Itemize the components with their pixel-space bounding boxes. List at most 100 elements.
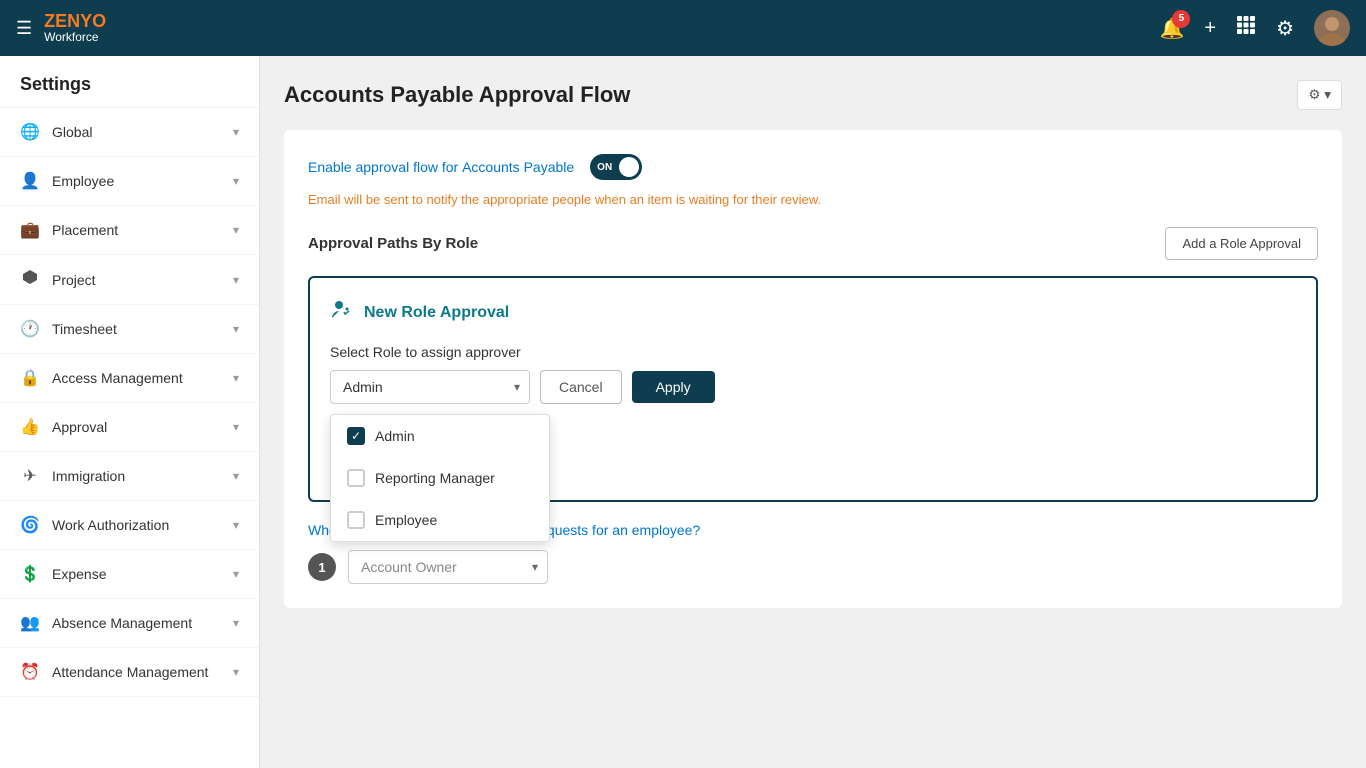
toggle-on-text: ON bbox=[597, 162, 612, 173]
chevron-down-icon: ▾ bbox=[233, 665, 239, 679]
select-role-row: Admin Reporting Manager Employee ▾ ✓ Adm… bbox=[330, 370, 1296, 404]
main-content: Accounts Payable Approval Flow ⚙ ▾ Enabl… bbox=[260, 56, 1366, 768]
placement-icon: 💼 bbox=[20, 220, 40, 240]
page-header: Accounts Payable Approval Flow ⚙ ▾ bbox=[284, 80, 1342, 110]
new-role-approval-title: New Role Approval bbox=[364, 304, 509, 322]
dropdown-label-admin: Admin bbox=[375, 428, 415, 444]
new-role-approval-box: New Role Approval Select Role to assign … bbox=[308, 276, 1318, 502]
cancel-button[interactable]: Cancel bbox=[540, 370, 622, 404]
sidebar: Settings 🌐 Global ▾ 👤 Employee ▾ 💼 Place… bbox=[0, 56, 260, 768]
employee-icon: 👤 bbox=[20, 171, 40, 191]
enable-label: Enable approval flow for Accounts Payabl… bbox=[308, 159, 574, 175]
page-title: Accounts Payable Approval Flow bbox=[284, 82, 630, 108]
role-dropdown-menu: ✓ Admin Reporting Manager Employee bbox=[330, 414, 550, 542]
approval-paths-section-header: Approval Paths By Role Add a Role Approv… bbox=[308, 227, 1318, 260]
chevron-down-icon: ▾ bbox=[233, 469, 239, 483]
role-select-wrapper: Admin Reporting Manager Employee ▾ ✓ Adm… bbox=[330, 370, 530, 404]
dropdown-arrow-icon: ▾ bbox=[1324, 87, 1331, 103]
sidebar-item-attendance-management[interactable]: ⏰ Attendance Management ▾ bbox=[0, 648, 259, 697]
approval-flow-toggle[interactable]: ON bbox=[590, 154, 642, 180]
dropdown-item-admin[interactable]: ✓ Admin bbox=[331, 415, 549, 457]
dropdown-item-employee[interactable]: Employee bbox=[331, 499, 549, 541]
chevron-down-icon: ▾ bbox=[233, 420, 239, 434]
chevron-down-icon: ▾ bbox=[233, 518, 239, 532]
toggle-knob bbox=[619, 157, 639, 177]
dropdown-label-employee: Employee bbox=[375, 512, 437, 528]
chevron-down-icon: ▾ bbox=[233, 223, 239, 237]
chevron-down-icon: ▾ bbox=[233, 273, 239, 287]
sidebar-item-timesheet[interactable]: 🕐 Timesheet ▾ bbox=[0, 305, 259, 354]
work-authorization-icon: 🌀 bbox=[20, 515, 40, 535]
select-role-label: Select Role to assign approver bbox=[330, 344, 1296, 360]
nav-icons: 🔔 5 + ⚙ bbox=[1159, 10, 1350, 46]
immigration-icon: ✈ bbox=[20, 466, 40, 486]
avatar[interactable] bbox=[1314, 10, 1350, 46]
attendance-management-icon: ⏰ bbox=[20, 662, 40, 682]
employee-checkbox bbox=[347, 511, 365, 529]
account-owner-select[interactable]: Account Owner bbox=[348, 550, 548, 584]
chevron-down-icon: ▾ bbox=[233, 322, 239, 336]
role-approval-icon bbox=[330, 298, 354, 328]
sidebar-label-approval: Approval bbox=[52, 419, 107, 435]
approval-flow-card: Enable approval flow for Accounts Payabl… bbox=[284, 130, 1342, 608]
gear-icon: ⚙ bbox=[1308, 87, 1320, 103]
apply-button[interactable]: Apply bbox=[632, 371, 715, 403]
chevron-down-icon: ▾ bbox=[233, 371, 239, 385]
sidebar-item-approval[interactable]: 👍 Approval ▾ bbox=[0, 403, 259, 452]
hamburger-icon[interactable]: ☰ bbox=[16, 18, 32, 39]
sidebar-label-expense: Expense bbox=[52, 566, 106, 582]
chevron-down-icon: ▾ bbox=[233, 616, 239, 630]
app-logo: ZENYO Workforce bbox=[44, 12, 106, 45]
expense-icon: 💲 bbox=[20, 564, 40, 584]
page-header-actions: ⚙ ▾ bbox=[1297, 80, 1342, 110]
admin-checkbox: ✓ bbox=[347, 427, 365, 445]
sidebar-item-absence-management[interactable]: 👥 Absence Management ▾ bbox=[0, 599, 259, 648]
settings-icon[interactable]: ⚙ bbox=[1276, 16, 1294, 41]
grid-icon[interactable] bbox=[1236, 15, 1256, 41]
sidebar-label-timesheet: Timesheet bbox=[52, 321, 117, 337]
sidebar-label-placement: Placement bbox=[52, 222, 118, 238]
sidebar-item-employee[interactable]: 👤 Employee ▾ bbox=[0, 157, 259, 206]
sidebar-item-project[interactable]: Project ▾ bbox=[0, 255, 259, 305]
add-icon[interactable]: + bbox=[1204, 17, 1216, 40]
notification-icon[interactable]: 🔔 5 bbox=[1159, 16, 1184, 41]
sidebar-title: Settings bbox=[0, 56, 259, 108]
notification-badge: 5 bbox=[1172, 10, 1190, 28]
sidebar-label-project: Project bbox=[52, 272, 96, 288]
top-navigation: ☰ ZENYO Workforce 🔔 5 + ⚙ bbox=[0, 0, 1366, 56]
project-icon bbox=[20, 269, 40, 290]
chevron-down-icon: ▾ bbox=[233, 567, 239, 581]
chevron-down-icon: ▾ bbox=[233, 174, 239, 188]
reporting-manager-checkbox bbox=[347, 469, 365, 487]
sidebar-item-placement[interactable]: 💼 Placement ▾ bbox=[0, 206, 259, 255]
approval-paths-title: Approval Paths By Role bbox=[308, 235, 478, 252]
page-settings-button[interactable]: ⚙ ▾ bbox=[1297, 80, 1342, 110]
sidebar-item-access-management[interactable]: 🔒 Access Management ▾ bbox=[0, 354, 259, 403]
sidebar-label-attendance-management: Attendance Management bbox=[52, 664, 208, 680]
sidebar-label-work-authorization: Work Authorization bbox=[52, 517, 169, 533]
main-layout: Settings 🌐 Global ▾ 👤 Employee ▾ 💼 Place… bbox=[0, 0, 1366, 768]
sidebar-label-immigration: Immigration bbox=[52, 468, 125, 484]
sidebar-item-expense[interactable]: 💲 Expense ▾ bbox=[0, 550, 259, 599]
step-badge: 1 bbox=[308, 553, 336, 581]
sidebar-item-work-authorization[interactable]: 🌀 Work Authorization ▾ bbox=[0, 501, 259, 550]
sidebar-label-absence-management: Absence Management bbox=[52, 615, 192, 631]
approval-icon: 👍 bbox=[20, 417, 40, 437]
sidebar-item-global[interactable]: 🌐 Global ▾ bbox=[0, 108, 259, 157]
global-icon: 🌐 bbox=[20, 122, 40, 142]
role-select[interactable]: Admin Reporting Manager Employee bbox=[330, 370, 530, 404]
timesheet-icon: 🕐 bbox=[20, 319, 40, 339]
sidebar-label-employee: Employee bbox=[52, 173, 114, 189]
email-notification-note: Email will be sent to notify the appropr… bbox=[308, 192, 1318, 207]
logo-text: ZENYO bbox=[44, 12, 106, 32]
add-role-approval-button[interactable]: Add a Role Approval bbox=[1165, 227, 1318, 260]
absence-management-icon: 👥 bbox=[20, 613, 40, 633]
approver-row: 1 Account Owner ▾ bbox=[308, 550, 1318, 584]
access-management-icon: 🔒 bbox=[20, 368, 40, 388]
role-approval-header: New Role Approval bbox=[330, 298, 1296, 328]
sidebar-item-immigration[interactable]: ✈ Immigration ▾ bbox=[0, 452, 259, 501]
account-owner-select-wrapper: Account Owner ▾ bbox=[348, 550, 548, 584]
dropdown-label-reporting-manager: Reporting Manager bbox=[375, 470, 495, 486]
chevron-down-icon: ▾ bbox=[233, 125, 239, 139]
dropdown-item-reporting-manager[interactable]: Reporting Manager bbox=[331, 457, 549, 499]
